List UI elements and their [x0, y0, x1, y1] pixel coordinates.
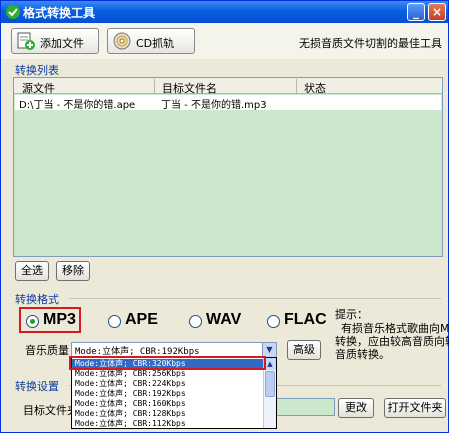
column-target[interactable]: 目标文件名 [162, 80, 217, 96]
hint-title: 提示： [335, 308, 368, 321]
quality-option[interactable]: Mode:立体声; CBR:192Kbps [72, 389, 264, 399]
target-folder-label: 目标文件夹 [23, 404, 78, 417]
convert-list-label: 转换列表 [15, 64, 59, 77]
app-window: 格式转换工具 _ × 添加文件 CD抓轨 无损音质文件切割的最佳工具 转换列表 … [0, 0, 449, 433]
minimize-icon: _ [413, 5, 419, 19]
close-button[interactable]: × [428, 3, 446, 21]
close-icon: × [431, 5, 443, 19]
change-button[interactable]: 更改 [338, 398, 374, 418]
hint-line: 转换，应由较高音质向较低 [335, 335, 449, 348]
add-file-button[interactable]: 添加文件 [11, 28, 99, 54]
format-label-mp3: MP3 [43, 311, 76, 328]
add-file-icon [17, 32, 35, 50]
radio-selected-dot [30, 319, 35, 324]
convert-list[interactable]: 源文件 目标文件名 状态 D:\丁当 - 不是你的错.ape 丁当 - 不是你的… [13, 77, 443, 257]
column-divider[interactable] [296, 79, 297, 93]
quality-option[interactable]: Mode:立体声; CBR:112Kbps [72, 419, 264, 428]
format-section-label: 转换格式 [15, 293, 59, 306]
format-option-wav[interactable]: WAV [189, 311, 249, 332]
list-header: 源文件 目标文件名 状态 [14, 78, 442, 96]
format-option-ape[interactable]: APE [108, 311, 164, 332]
window-title: 格式转换工具 [23, 6, 96, 20]
radio-flac[interactable] [267, 315, 280, 328]
column-divider[interactable] [154, 79, 155, 93]
format-label-ape: APE [125, 311, 158, 328]
format-option-flac[interactable]: FLAC [267, 311, 329, 332]
advanced-button[interactable]: 高级 [287, 340, 321, 360]
remove-button[interactable]: 移除 [56, 261, 90, 281]
hint-line: 音质转换。 [335, 348, 390, 361]
settings-section-label: 转换设置 [15, 380, 59, 393]
cd-rip-label: CD抓轨 [136, 37, 175, 50]
scroll-thumb[interactable] [265, 371, 275, 397]
cd-icon [113, 32, 131, 50]
radio-wav[interactable] [189, 315, 202, 328]
target-folder-input[interactable] [275, 398, 335, 416]
app-icon [6, 5, 20, 19]
quality-option[interactable]: Mode:立体声; CBR:256Kbps [72, 369, 264, 379]
add-file-label: 添加文件 [40, 37, 84, 50]
select-all-button[interactable]: 全选 [15, 261, 49, 281]
column-status[interactable]: 状态 [304, 80, 326, 96]
quality-label: 音乐质量 [25, 344, 69, 357]
cd-rip-button[interactable]: CD抓轨 [107, 28, 195, 54]
column-source[interactable]: 源文件 [22, 80, 55, 96]
toolbar: 添加文件 CD抓轨 无损音质文件切割的最佳工具 [1, 23, 448, 59]
radio-ape[interactable] [108, 315, 121, 328]
section-divider [69, 298, 441, 299]
hint-line: 有损音乐格式歌曲向MP3 [341, 322, 449, 335]
minimize-button[interactable]: _ [407, 3, 425, 21]
chevron-down-icon[interactable]: ▼ [262, 343, 276, 357]
radio-mp3[interactable] [26, 315, 39, 328]
format-label-wav: WAV [206, 311, 242, 328]
source-cell: D:\丁当 - 不是你的错.ape [19, 100, 136, 111]
selected-option-highlight-box [69, 356, 266, 370]
quality-option[interactable]: Mode:立体声; CBR:160Kbps [72, 399, 264, 409]
quality-option[interactable]: Mode:立体声; CBR:224Kbps [72, 379, 264, 389]
open-folder-button[interactable]: 打开文件夹 [384, 398, 446, 418]
format-label-flac: FLAC [284, 311, 327, 328]
quality-option[interactable]: Mode:立体声; CBR:128Kbps [72, 409, 264, 419]
title-bar[interactable]: 格式转换工具 _ × [1, 1, 448, 23]
target-cell: 丁当 - 不是你的错.mp3 [161, 100, 267, 111]
slogan-text: 无损音质文件切割的最佳工具 [299, 37, 442, 50]
format-option-mp3[interactable]: MP3 [26, 311, 80, 332]
table-row[interactable]: D:\丁当 - 不是你的错.ape 丁当 - 不是你的错.mp3 [15, 95, 441, 111]
